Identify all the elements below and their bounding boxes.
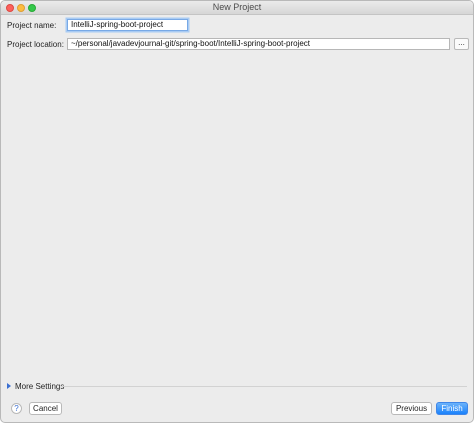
- finish-button[interactable]: Finish: [436, 402, 468, 415]
- more-settings-separator: [61, 386, 467, 387]
- project-location-row: Project location:: [7, 37, 64, 51]
- project-name-input[interactable]: IntelliJ-spring-boot-project: [67, 19, 188, 31]
- title-bar[interactable]: New Project: [1, 1, 473, 15]
- more-settings-label: More Settings: [15, 381, 65, 391]
- cancel-button[interactable]: Cancel: [29, 402, 62, 415]
- project-location-label: Project location:: [7, 39, 64, 49]
- project-name-row: Project name:: [7, 18, 56, 32]
- previous-button[interactable]: Previous: [391, 402, 432, 415]
- help-button[interactable]: ?: [11, 403, 22, 414]
- project-location-input[interactable]: ~/personal/javadevjournal-git/spring-boo…: [67, 38, 450, 50]
- new-project-dialog: New Project Project name: IntelliJ-sprin…: [0, 0, 474, 423]
- browse-location-button[interactable]: ...: [454, 38, 469, 50]
- more-settings-toggle[interactable]: More Settings: [7, 381, 64, 391]
- window-title: New Project: [212, 2, 262, 12]
- disclosure-triangle-icon: [7, 383, 11, 389]
- project-name-label: Project name:: [7, 20, 57, 30]
